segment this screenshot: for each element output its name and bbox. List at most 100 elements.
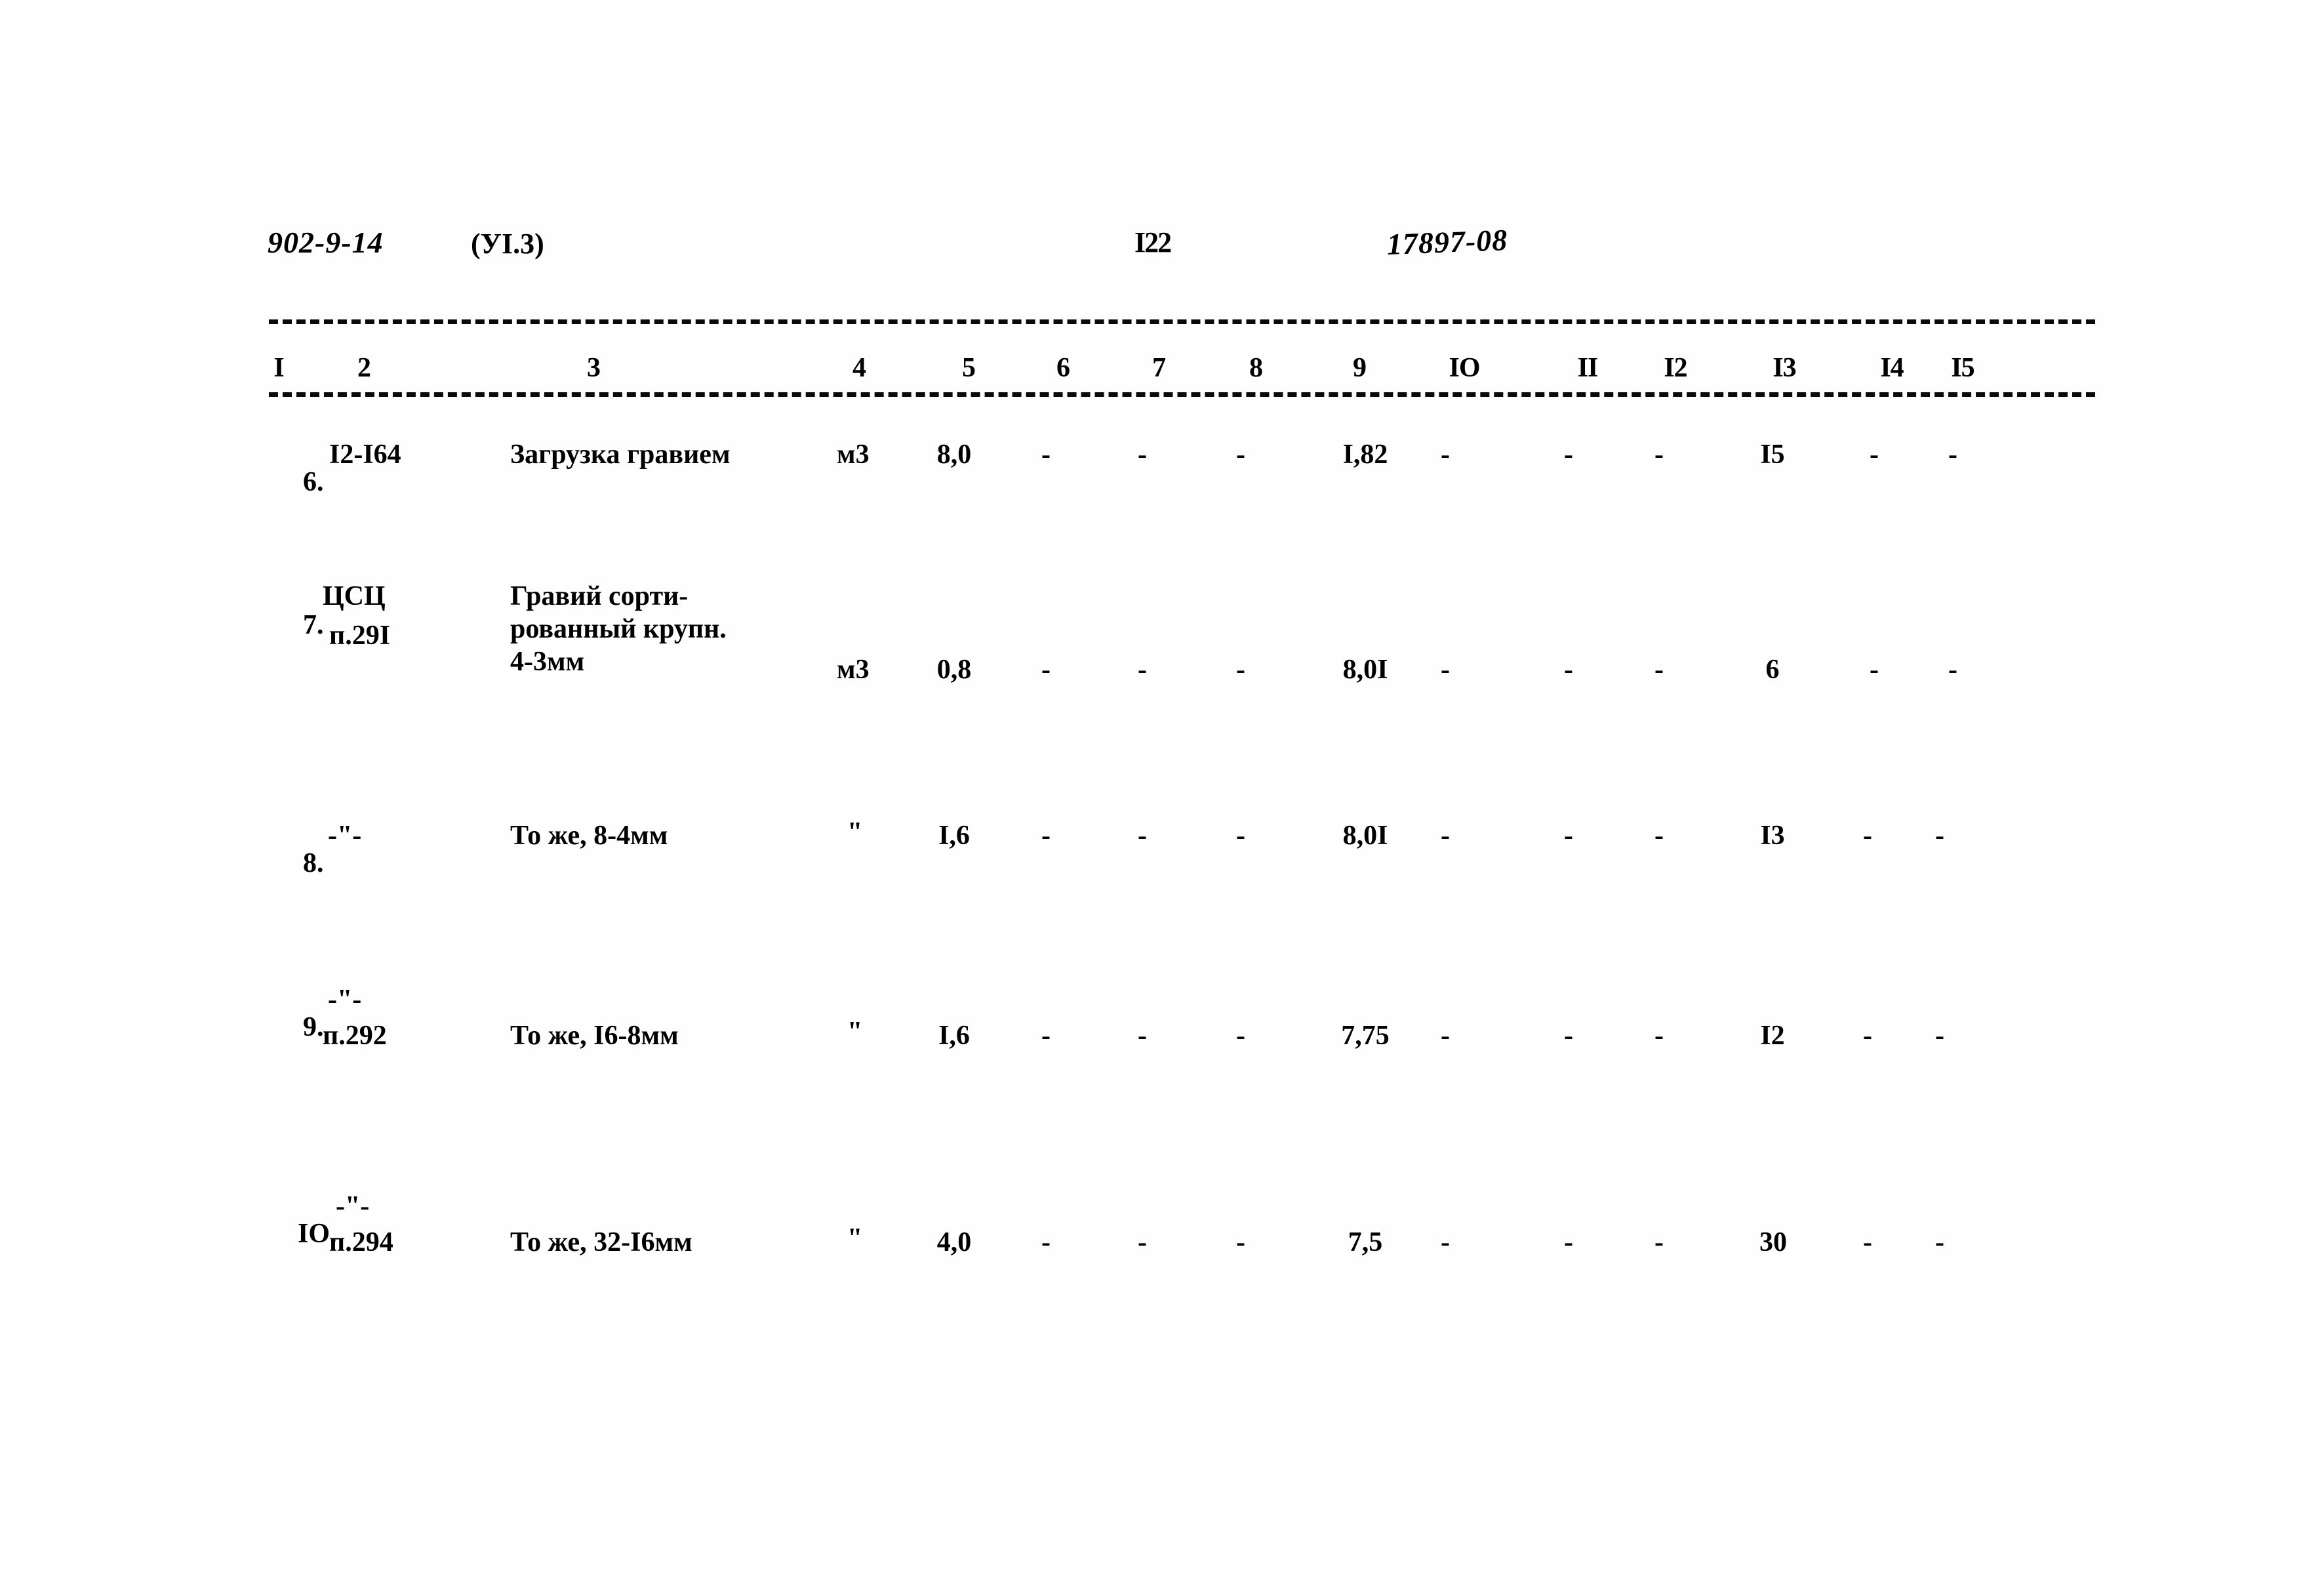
column-number-7: 7 (1152, 353, 1166, 383)
row-code: I2-I64 (329, 439, 401, 470)
row-description-line-1: То же, 32-I6мм (510, 1227, 692, 1257)
row-col7: - (1138, 439, 1147, 470)
column-number-12: I2 (1664, 353, 1687, 383)
row-col10: - (1441, 655, 1450, 685)
column-number-3: 3 (587, 353, 601, 383)
row-col14: - (1870, 439, 1879, 470)
row-col5: I,6 (938, 821, 970, 851)
row-col6: - (1041, 1021, 1051, 1051)
column-number-13: I3 (1773, 353, 1796, 383)
row-col12: - (1654, 1227, 1664, 1257)
row-col12: - (1654, 1021, 1664, 1051)
row-code-secondary: п.294 (329, 1227, 393, 1257)
column-number-1: I (273, 353, 284, 383)
row-col9: 7,75 (1341, 1021, 1390, 1051)
page-number: I22 (1134, 226, 1172, 258)
column-number-11: II (1577, 353, 1599, 383)
row-unit: " (847, 817, 863, 847)
table-top-rule (269, 319, 2095, 324)
row-col14: - (1870, 655, 1879, 685)
row-col6: - (1041, 439, 1051, 470)
row-col13: 6 (1765, 655, 1780, 685)
column-number-2: 2 (357, 353, 371, 383)
row-col9: 7,5 (1348, 1227, 1383, 1257)
row-description-line-1: То же, I6-8мм (510, 1021, 679, 1051)
row-col12: - (1654, 439, 1664, 470)
table-row: 8. (275, 822, 324, 905)
row-col8: - (1236, 821, 1245, 851)
archive-stamp: 17897-08 (1386, 222, 1509, 261)
row-col8: - (1236, 1227, 1245, 1257)
row-col13: I5 (1760, 439, 1785, 470)
row-description-line-1: Гравий сорти- (510, 581, 689, 611)
row-col9: 8,0I (1342, 655, 1388, 685)
row-col15: - (1948, 655, 1957, 685)
row-index: 7. (303, 610, 324, 640)
row-description-line-1: То же, 8-4мм (510, 821, 668, 851)
row-col8: - (1236, 1021, 1245, 1051)
table-row: IO. (270, 1192, 337, 1275)
row-code-secondary: п.292 (323, 1021, 387, 1051)
row-col5: I,6 (938, 1021, 970, 1051)
row-description-line-3: 4-3мм (510, 647, 585, 677)
row-col6: - (1041, 655, 1051, 685)
row-code: ЦСЦ (323, 581, 386, 611)
row-col10: - (1441, 1021, 1450, 1051)
row-col11: - (1564, 821, 1573, 851)
row-unit: м3 (837, 439, 870, 470)
row-col12: - (1654, 655, 1664, 685)
row-description-line-1: Загрузка гравием (510, 439, 731, 470)
row-col7: - (1138, 655, 1147, 685)
row-col11: - (1564, 655, 1573, 685)
row-col7: - (1138, 821, 1147, 851)
row-col15: - (1935, 821, 1944, 851)
column-number-9: 9 (1353, 353, 1367, 383)
row-col14: - (1863, 1227, 1872, 1257)
row-col12: - (1654, 821, 1664, 851)
row-col7: - (1138, 1227, 1147, 1257)
table-row: 6. (275, 441, 324, 523)
row-col14: - (1863, 821, 1872, 851)
row-col11: - (1564, 1227, 1573, 1257)
column-number-10: IO (1449, 353, 1480, 383)
column-number-6: 6 (1056, 353, 1070, 383)
row-code: -"- (336, 1191, 370, 1221)
row-unit: м3 (837, 655, 870, 685)
row-unit: " (847, 1017, 863, 1047)
row-unit: " (847, 1223, 863, 1253)
row-col10: - (1441, 1227, 1450, 1257)
row-code: -"- (328, 985, 362, 1015)
column-number-5: 5 (962, 353, 976, 383)
row-col7: - (1138, 1021, 1147, 1051)
row-col5: 8,0 (936, 439, 972, 470)
table-header-rule (269, 392, 2095, 397)
document-code: 902-9-14 (268, 226, 384, 259)
column-number-14: I4 (1880, 353, 1904, 383)
row-index: 6. (303, 467, 324, 497)
row-col13: I3 (1760, 821, 1785, 851)
row-col15: - (1935, 1021, 1944, 1051)
row-description-line-2: рованный крупн. (510, 614, 727, 644)
row-col8: - (1236, 439, 1245, 470)
document-page: 902-9-14 (УI.3) I22 17897-08 I 2 3 4 5 6… (0, 0, 2324, 1569)
row-col6: - (1041, 821, 1051, 851)
column-number-15: I5 (1951, 353, 1974, 383)
row-col11: - (1564, 439, 1573, 470)
row-index: 8. (303, 848, 324, 878)
column-number-4: 4 (852, 353, 866, 383)
row-col8: - (1236, 655, 1245, 685)
row-code: -"- (328, 821, 362, 851)
row-col11: - (1564, 1021, 1573, 1051)
row-col13: I2 (1760, 1021, 1785, 1051)
row-col5: 4,0 (936, 1227, 972, 1257)
table-row: 7. (275, 584, 324, 666)
row-col9: I,82 (1342, 439, 1388, 470)
document-section: (УI.3) (471, 228, 544, 260)
row-col5: 0,8 (936, 655, 972, 685)
row-index: 9. (303, 1012, 324, 1042)
column-number-8: 8 (1249, 353, 1263, 383)
row-col15: - (1948, 439, 1957, 470)
row-col6: - (1041, 1227, 1051, 1257)
row-col10: - (1441, 439, 1450, 470)
row-col13: 30 (1759, 1227, 1787, 1257)
